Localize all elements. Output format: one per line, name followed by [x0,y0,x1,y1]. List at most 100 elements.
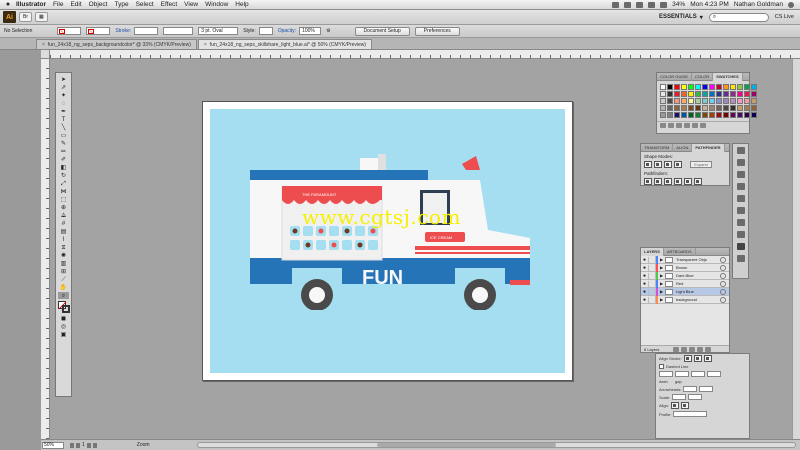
apple-menu-icon[interactable]: ● [0,1,16,8]
clock[interactable]: Mon 4:23 PM [690,1,729,8]
symbol-sprayer-tool-icon[interactable]: ✺ [58,252,69,259]
column-graph-tool-icon[interactable]: ▥ [58,260,69,267]
color-panel-icon[interactable] [736,147,745,154]
layers-panel-icon[interactable] [736,243,745,250]
tab-color[interactable]: Color [692,72,714,81]
swatch[interactable] [681,105,687,111]
new-color-group-icon[interactable] [684,123,690,128]
swatch[interactable] [695,98,701,104]
ruler-origin[interactable] [41,50,50,59]
layer-name[interactable]: Transparent Objs [676,257,720,262]
gradient-tool-icon[interactable]: ▤ [58,228,69,235]
lock-toggle[interactable] [649,287,656,296]
transparency-panel-icon[interactable] [736,219,745,226]
eraser-tool-icon[interactable]: ◧ [58,164,69,171]
trim-icon[interactable] [654,178,662,185]
opacity-label[interactable]: Opacity: [278,28,296,34]
new-layer-icon[interactable] [697,347,704,352]
menu-effect[interactable]: Effect [161,1,178,8]
eye-icon[interactable]: ● [641,280,649,287]
locate-object-icon[interactable] [673,347,680,352]
stroke-panel-icon[interactable] [736,195,745,202]
paintbrush-tool-icon[interactable]: ✎ [58,140,69,147]
divide-icon[interactable] [644,178,652,185]
unite-icon[interactable] [644,161,652,168]
variable-width-dropdown[interactable] [163,27,194,35]
swatch[interactable] [730,98,736,104]
zoom-tool-icon[interactable]: ⌕ [58,292,69,299]
show-swatch-kinds-icon[interactable] [668,123,674,128]
layer-target-icon[interactable] [720,280,726,287]
workspace-switcher[interactable]: ESSENTIALS ▾ [659,14,703,21]
swatch[interactable] [744,84,750,90]
line-tool-icon[interactable]: ╲ [58,124,69,131]
make-clipping-mask-icon[interactable] [681,347,688,352]
free-transform-tool-icon[interactable]: ⬚ [58,196,69,203]
mesh-tool-icon[interactable]: # [58,220,69,227]
horizontal-ruler[interactable] [50,50,800,59]
swatch[interactable] [702,84,708,90]
layer-name[interactable]: Red [676,281,720,286]
layer-name[interactable]: background [676,297,720,302]
swatch[interactable] [660,91,666,97]
swatch-options-icon[interactable] [676,123,682,128]
profile-dropdown[interactable] [673,411,708,417]
artboards-panel-icon[interactable] [736,255,745,262]
swatch[interactable] [730,91,736,97]
align-outside-icon[interactable] [703,355,712,362]
swatch[interactable] [730,105,736,111]
menu-type[interactable]: Type [114,1,128,8]
close-icon[interactable]: × [204,42,207,48]
zoom-level-field[interactable]: 50% [42,441,64,449]
tab-align[interactable]: Align [673,143,693,152]
direct-selection-tool-icon[interactable]: ⇗ [58,84,69,91]
rotate-tool-icon[interactable]: ↻ [58,172,69,179]
next-artboard-icon[interactable] [86,442,91,448]
swatch[interactable] [688,112,694,118]
layer-target-icon[interactable] [720,288,726,295]
merge-icon[interactable] [664,178,672,185]
vertical-scrollbar[interactable] [792,59,800,439]
arrowhead-end-dropdown[interactable] [699,386,714,392]
vertical-ruler[interactable] [41,59,50,439]
swatch-libraries-icon[interactable] [660,123,666,128]
brushes-panel-icon[interactable] [736,159,745,166]
menu-help[interactable]: Help [235,1,248,8]
pen-tool-icon[interactable]: ✒ [58,108,69,115]
arrange-documents-button[interactable]: ▦ [35,12,48,22]
swatch[interactable] [674,84,680,90]
swatch[interactable] [688,91,694,97]
color-mode-icon[interactable]: ◼ [58,315,69,322]
adobe-status-icon[interactable] [612,1,620,8]
gap-field[interactable] [675,371,689,377]
tab-swatches[interactable]: Swatches [713,72,743,81]
cs-live-button[interactable]: CS Live [775,14,794,20]
brush-dropdown[interactable]: 3 pt. Oval [198,27,239,35]
swatch[interactable] [688,98,694,104]
ice-cream-truck-artwork[interactable]: THE PARAMOUNT ICE CREAM FUN [240,150,530,310]
expand-button[interactable]: Expand [690,161,712,168]
layer-target-icon[interactable] [720,264,726,271]
delete-swatch-icon[interactable] [700,123,706,128]
swatch[interactable] [702,91,708,97]
swatch[interactable] [751,84,757,90]
swatch[interactable] [737,91,743,97]
arrow-tip-icon[interactable] [671,402,680,409]
bluetooth-icon[interactable] [624,1,632,8]
layer-name[interactable]: Light Blue [676,289,720,294]
arrow-end-icon[interactable] [681,402,690,409]
symbols-panel-icon[interactable] [736,171,745,178]
swatch[interactable] [723,105,729,111]
minus-front-icon[interactable] [654,161,662,168]
dash-field-2[interactable] [691,371,705,377]
swatch[interactable] [744,112,750,118]
scale-tool-icon[interactable]: ⤢ [58,180,69,187]
eye-icon[interactable]: ● [641,256,649,263]
stroke-swatch[interactable] [62,305,70,313]
tab-artboards[interactable]: Artboards [664,247,696,256]
previous-artboard-icon[interactable] [76,442,80,448]
swatch[interactable] [751,98,757,104]
swatch[interactable] [723,84,729,90]
tab-document-2[interactable]: × fun_24x18_ng_seps_skillshare_light_blu… [197,39,373,49]
swatch[interactable] [737,105,743,111]
